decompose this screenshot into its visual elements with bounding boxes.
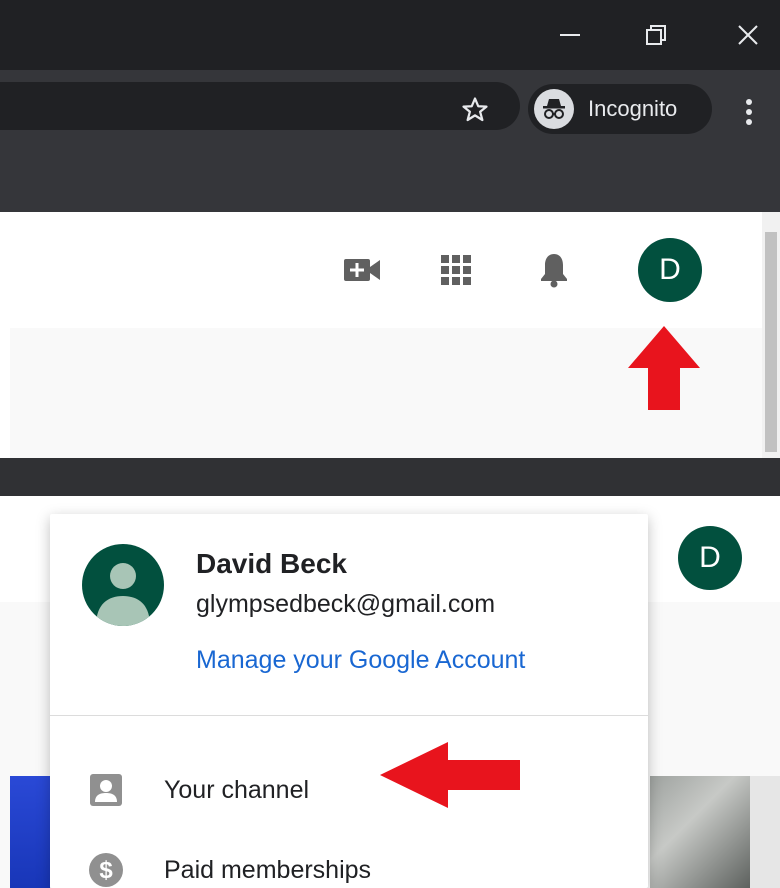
browser-toolbar: Incognito [0, 70, 780, 142]
browser-title-bar [0, 0, 780, 70]
notifications-button[interactable] [530, 246, 578, 294]
menu-item-your-channel[interactable]: Your channel [50, 754, 648, 826]
video-thumbnail-left[interactable] [10, 776, 50, 888]
close-icon [738, 25, 758, 45]
menu-item-label: Paid memberships [164, 855, 372, 884]
incognito-label: Incognito [588, 96, 678, 121]
scrollbar-thumb[interactable] [765, 232, 777, 452]
bottom-screenshot-panel: D David Beck glympsedbeck@gmail.com Mana… [0, 496, 780, 888]
incognito-avatar [534, 89, 574, 129]
profile-avatar [82, 544, 164, 626]
menu-divider [50, 715, 648, 716]
red-left-arrow-annotation [380, 742, 520, 808]
screenshot-divider [0, 458, 780, 496]
menu-item-label: Your channel [164, 775, 310, 804]
apps-button[interactable] [432, 246, 480, 294]
notifications-bell-icon [541, 254, 567, 288]
minimize-icon [560, 34, 580, 36]
star-icon [462, 97, 488, 122]
avatar-letter: D [699, 541, 721, 574]
minimize-button[interactable] [540, 10, 600, 60]
account-email: glympsedbeck@gmail.com [196, 590, 496, 618]
create-video-icon [344, 259, 380, 281]
incognito-icon [543, 99, 565, 119]
create-video-button[interactable] [338, 246, 386, 294]
page-scrollbar[interactable] [762, 212, 780, 458]
svg-text:$: $ [99, 857, 113, 884]
incognito-profile-button[interactable]: Incognito [528, 84, 712, 134]
youtube-header: D [10, 212, 780, 328]
account-avatar-button[interactable]: D [678, 526, 742, 590]
bookmark-star-button[interactable] [455, 90, 495, 130]
account-box-icon [84, 768, 128, 812]
browser-menu-button[interactable] [734, 92, 764, 132]
top-screenshot-panel: Incognito D [0, 0, 780, 458]
red-up-arrow-annotation [628, 326, 700, 410]
apps-grid-icon [441, 255, 471, 285]
account-menu: David Beck glympsedbeck@gmail.com Manage… [50, 514, 648, 888]
menu-item-paid-memberships[interactable]: $ Paid memberships [50, 834, 648, 888]
restore-icon [646, 25, 666, 45]
manage-google-account-link[interactable]: Manage your Google Account [196, 646, 525, 675]
video-thumbnail-edge [750, 776, 780, 888]
bookmarks-bar [0, 142, 780, 212]
close-window-button[interactable] [718, 10, 778, 60]
default-person-icon [96, 563, 150, 626]
video-thumbnail-right[interactable] [650, 776, 750, 888]
restore-button[interactable] [626, 10, 686, 60]
kebab-menu-icon [746, 99, 752, 125]
address-bar[interactable] [0, 82, 520, 130]
account-avatar-button[interactable]: D [638, 238, 702, 302]
dollar-circle-icon: $ [84, 848, 128, 888]
avatar-letter: D [659, 253, 681, 286]
account-name: David Beck [196, 548, 347, 579]
